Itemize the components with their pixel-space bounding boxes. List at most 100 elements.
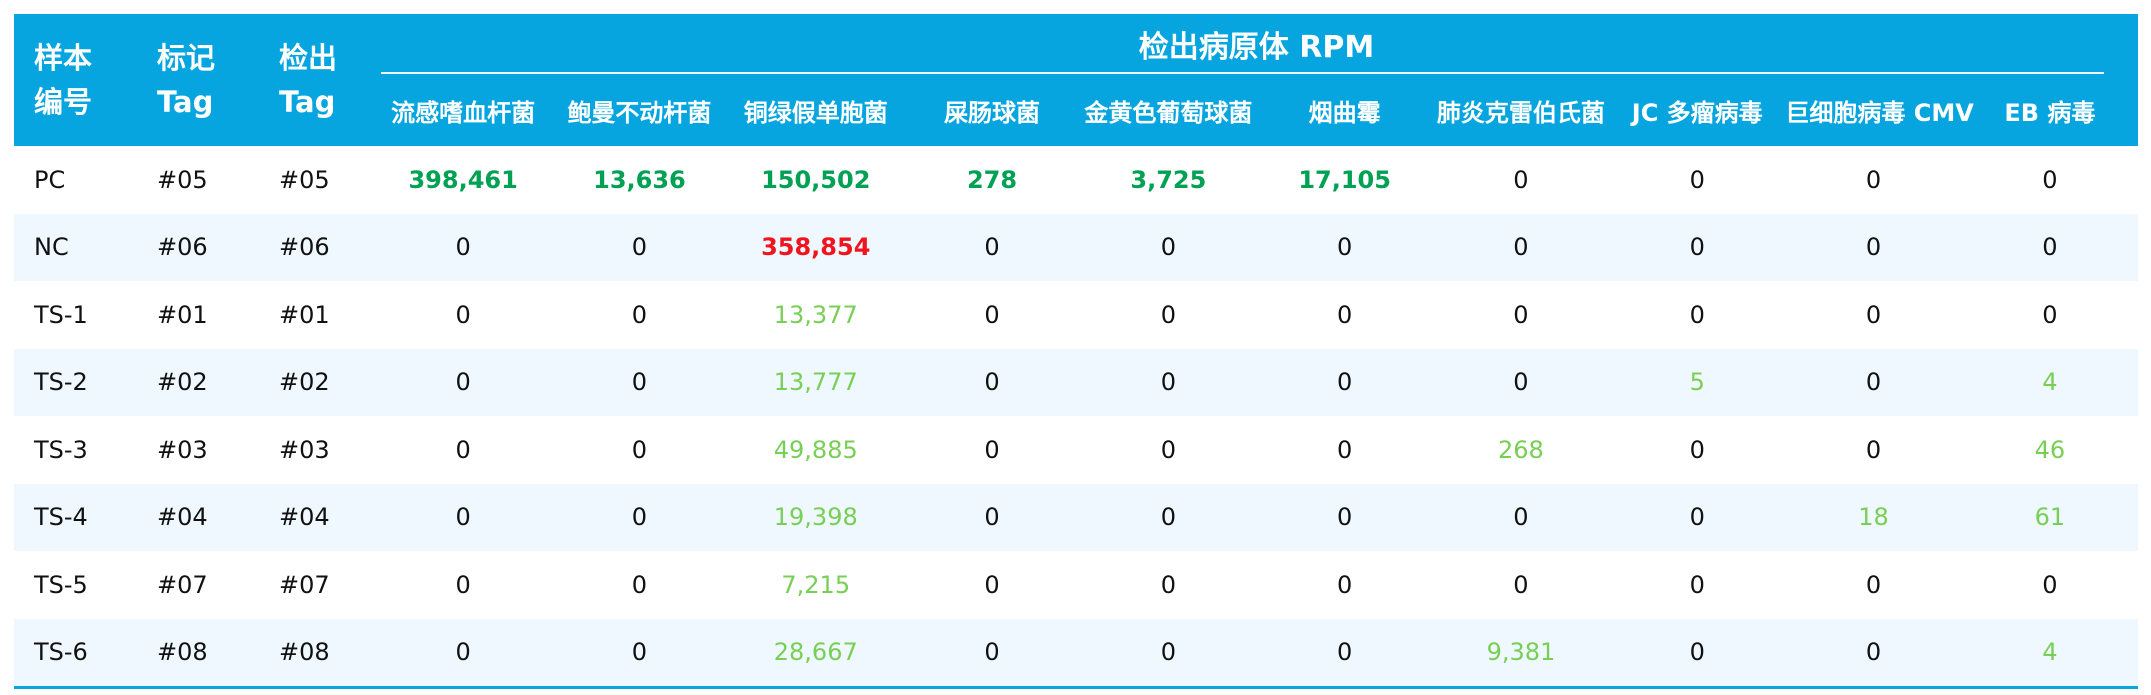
rpm-value-cell: 0 [551, 213, 728, 281]
rpm-value-cell: 0 [984, 300, 1000, 329]
rpm-value-cell: 0 [1336, 300, 1353, 329]
rpm-value-cell: 0 [903, 348, 1081, 416]
rpm-value-cell: 0 [1609, 618, 1786, 686]
rpm-value-cell: 46 [2034, 435, 2066, 464]
rpm-value-cell: 0 [1865, 570, 1882, 599]
detected-tag-header-line2: Tag [279, 85, 336, 119]
rpm-value-cell: 0 [1513, 570, 1529, 599]
tag-cell: #03 [157, 435, 208, 464]
rpm-value-cell: 13,377 [773, 300, 858, 329]
rpm-value-cell: 4 [1961, 348, 2138, 416]
sample-id-cell: TS-1 [34, 300, 88, 329]
pathogen-rpm-title: 检出病原体 RPM [1138, 30, 1375, 65]
detected-tag-header: 检出 Tag [259, 14, 375, 146]
tag-cell: #06 [137, 213, 259, 281]
rpm-value-cell: 18 [1785, 483, 1962, 551]
rpm-value-cell: 0 [1432, 483, 1610, 551]
rpm-value-cell: 0 [455, 300, 471, 329]
rpm-value-cell: 0 [1865, 300, 1882, 329]
rpm-value-cell: 0 [1689, 435, 1705, 464]
rpm-value-cell: 268 [1498, 435, 1544, 464]
tag-cell: #02 [137, 348, 259, 416]
rpm-value-cell: 0 [1961, 213, 2138, 281]
pathogen-header-9: 巨细胞病毒 CMV [1785, 74, 1974, 146]
rpm-value-cell: 358,854 [727, 213, 904, 281]
detected-tag-cell: #05 [279, 165, 330, 194]
table-body: PC #05 #05 398,461 13,636 150,502 278 3,725 17,1… [14, 146, 2138, 686]
rpm-value-cell: 0 [1256, 483, 1433, 551]
rpm-value-cell: 0 [375, 618, 552, 686]
table-row: TS-4 #04 #04 0 0 19,398 0 0 0 0 0 18 61 [14, 483, 2138, 551]
rpm-value-cell: 0 [984, 570, 1000, 599]
sample-id-cell: TS-2 [14, 348, 137, 416]
rpm-value-cell: 0 [1609, 483, 1786, 551]
rpm-value-cell: 0 [1160, 570, 1176, 599]
pathogen-header-3: 铜绿假单胞菌 [727, 74, 904, 146]
results-table-wrapper: 样本 编号 标记 Tag 检出 Tag 检出病原体 RPM 流感嗜血杆菌 鲍曼不动… [14, 14, 2138, 689]
rpm-value-cell: 0 [1256, 348, 1433, 416]
sample-id-header-line1: 样本 [34, 41, 93, 75]
rpm-value-cell: 0 [903, 213, 1081, 281]
sample-id-header-line2: 编号 [34, 85, 93, 119]
rpm-value-cell: 0 [631, 435, 648, 464]
rpm-value-cell: 0 [551, 618, 728, 686]
sample-id-header: 样本 编号 [14, 14, 137, 146]
rpm-value-cell: 0 [551, 348, 728, 416]
sample-id-cell: PC [34, 165, 66, 194]
table-row: TS-2 #02 #02 0 0 13,777 0 0 0 0 5 0 4 [14, 348, 2138, 416]
pathogen-rpm-group-header: 检出病原体 RPM [375, 14, 2138, 74]
rpm-value-cell: 0 [1256, 618, 1433, 686]
tag-header-line2: Tag [157, 85, 214, 119]
sample-id-cell: TS-3 [34, 435, 88, 464]
rpm-value-cell: 0 [1785, 348, 1962, 416]
rpm-value-cell: 0 [1256, 213, 1433, 281]
pathogen-header-10: EB 病毒 [1961, 74, 2138, 146]
rpm-value-cell: 61 [1961, 483, 2138, 551]
tag-cell: #08 [137, 618, 259, 686]
rpm-value-cell: 0 [1336, 570, 1353, 599]
rpm-value-cell: 0 [2042, 300, 2058, 329]
group-header-divider [381, 72, 2104, 74]
table-bottom-rule [14, 686, 2138, 689]
rpm-value-cell: 0 [2042, 165, 2058, 194]
rpm-value-cell: 0 [903, 483, 1081, 551]
rpm-value-cell: 0 [1080, 618, 1257, 686]
sample-id-cell: TS-5 [34, 570, 88, 599]
detected-tag-cell: #03 [279, 435, 330, 464]
rpm-value-cell: 0 [1689, 165, 1705, 194]
table-row: NC #06 #06 0 0 358,854 0 0 0 0 0 0 0 [14, 213, 2138, 281]
rpm-value-cell: 3,725 [1130, 165, 1207, 194]
rpm-value-cell: 13,777 [727, 348, 904, 416]
rpm-value-cell: 0 [1432, 213, 1610, 281]
pathogen-header-5: 金黄色葡萄球菌 [1080, 74, 1257, 146]
rpm-value-cell: 0 [1785, 213, 1962, 281]
detected-tag-header-line1: 检出 [279, 41, 338, 75]
rpm-value-cell: 0 [375, 348, 552, 416]
rpm-value-cell: 0 [375, 483, 552, 551]
tag-cell: #07 [157, 570, 208, 599]
rpm-value-cell: 0 [1513, 300, 1529, 329]
table-header: 样本 编号 标记 Tag 检出 Tag 检出病原体 RPM 流感嗜血杆菌 鲍曼不动… [14, 14, 2138, 146]
table-row: TS-5 #07 #07 0 0 7,215 0 0 0 0 0 0 0 [14, 551, 2138, 619]
rpm-value-cell: 0 [1336, 435, 1353, 464]
table-row: TS-3 #03 #03 0 0 49,885 0 0 0 268 0 0 46 [14, 416, 2138, 484]
tag-cell: #01 [157, 300, 208, 329]
pathogen-header-1: 流感嗜血杆菌 [375, 74, 552, 146]
rpm-value-cell: 0 [631, 570, 648, 599]
detected-tag-cell: #08 [259, 618, 375, 686]
sample-id-cell: TS-4 [14, 483, 137, 551]
tag-header-line1: 标记 [157, 41, 216, 75]
detected-tag-cell: #07 [279, 570, 330, 599]
rpm-value-cell: 0 [2042, 570, 2058, 599]
rpm-value-cell: 0 [1080, 213, 1257, 281]
table-row: PC #05 #05 398,461 13,636 150,502 278 3,725 17,1… [14, 146, 2138, 214]
rpm-value-cell: 9,381 [1432, 618, 1610, 686]
rpm-value-cell: 0 [1689, 570, 1705, 599]
rpm-value-cell: 0 [1080, 483, 1257, 551]
rpm-value-cell: 28,667 [727, 618, 904, 686]
rpm-value-cell: 398,461 [408, 165, 518, 194]
rpm-value-cell: 0 [1080, 348, 1257, 416]
pathogen-rpm-table: 样本 编号 标记 Tag 检出 Tag 检出病原体 RPM 流感嗜血杆菌 鲍曼不动… [14, 14, 2138, 686]
tag-header: 标记 Tag [137, 14, 259, 146]
rpm-value-cell: 278 [966, 165, 1018, 194]
